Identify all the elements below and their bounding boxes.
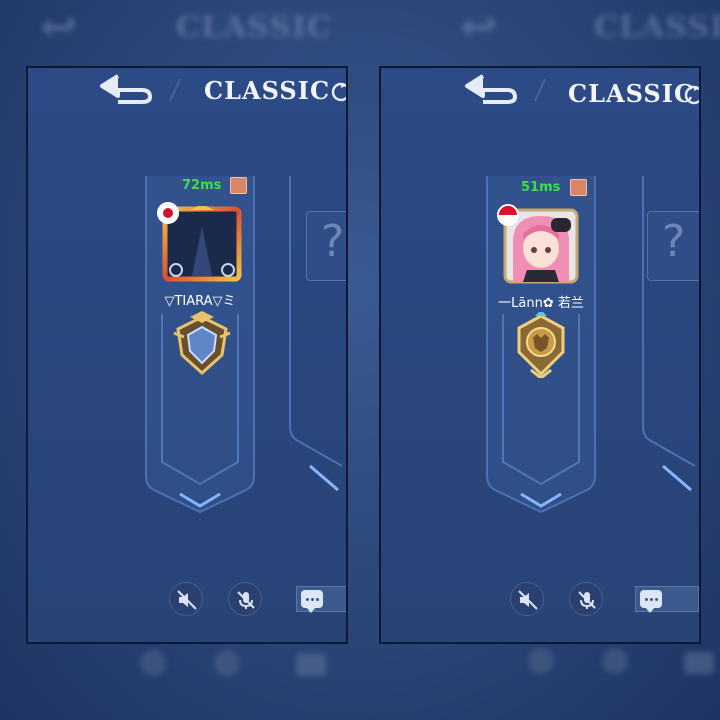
unknown-player-icon: ? (647, 211, 699, 281)
mode-title: CLASSIC (204, 76, 331, 105)
background-mode-title: CLASSIC (176, 10, 332, 45)
background-chat-icon (684, 652, 714, 674)
speaker-mute-button[interactable] (169, 582, 203, 616)
home-icon (230, 177, 247, 194)
player-name: 一Lānn✿ 若兰 (498, 296, 584, 311)
refresh-icon[interactable] (330, 81, 346, 103)
title-divider (169, 78, 181, 102)
flag-japan-icon (157, 202, 179, 224)
back-button[interactable] (96, 72, 156, 106)
question-mark: ? (321, 216, 345, 267)
mic-mute-button[interactable] (228, 582, 262, 616)
rank-badge-icon (170, 311, 234, 377)
mic-mute-button[interactable] (569, 582, 603, 616)
chat-icon (301, 590, 323, 613)
question-mark: ? (662, 216, 686, 267)
rank-badge-icon (509, 310, 573, 380)
player-name: ▽TIARA▽ミ (164, 294, 236, 309)
mic-muted-icon (578, 591, 596, 609)
ping-value: 51ms (521, 180, 561, 195)
background-mic-icon (214, 650, 240, 676)
background-back-arrow-icon: ↩ (460, 2, 497, 53)
chat-button[interactable] (635, 586, 699, 613)
background-back-arrow-icon: ↩ (40, 2, 77, 53)
background-speaker-icon (528, 648, 554, 674)
mic-muted-icon (237, 591, 255, 609)
ping-value: 72ms (182, 178, 222, 193)
chat-button[interactable] (296, 586, 346, 613)
back-arrow-icon (100, 74, 152, 104)
back-button[interactable] (461, 72, 521, 106)
home-icon (570, 179, 587, 196)
speaker-muted-icon (177, 590, 197, 610)
lobby-panel-right: CLASSIC 51ms 一Lānn✿ 若兰 ? (379, 66, 701, 644)
background-mic-icon (602, 648, 628, 674)
unknown-player-icon: ? (306, 211, 346, 281)
lobby-panel-left: CLASSIC 72ms ▽TIARA▽ミ ? (26, 66, 348, 644)
flag-indonesia-icon (497, 204, 519, 226)
speaker-mute-button[interactable] (510, 582, 544, 616)
mode-title: CLASSIC (568, 79, 695, 108)
title-divider (534, 78, 546, 102)
back-arrow-icon (465, 74, 517, 104)
background-chat-icon (296, 654, 326, 676)
speaker-muted-icon (518, 590, 538, 610)
refresh-icon[interactable] (683, 84, 699, 106)
background-mode-title: CLASSIC (594, 10, 720, 45)
chat-icon (640, 590, 662, 613)
background-speaker-icon (140, 650, 166, 676)
